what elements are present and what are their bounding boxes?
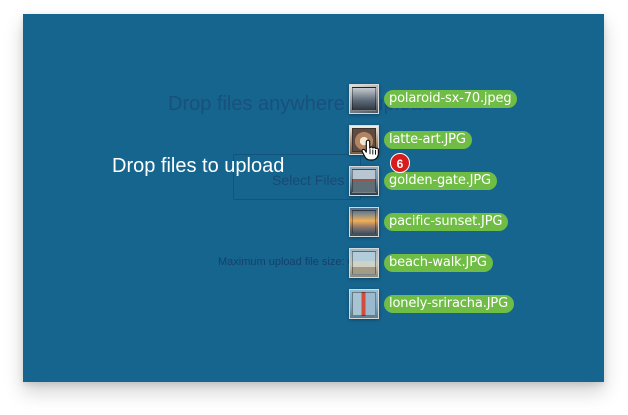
photo-icon: [349, 248, 379, 278]
file-name-pill: latte-art.JPG: [384, 131, 472, 149]
upload-drop-area[interactable]: Drop files anywhere to upload Select Fil…: [23, 14, 604, 382]
photo-icon: [349, 207, 379, 237]
file-name-pill: beach-walk.JPG: [384, 254, 493, 272]
hand-cursor-icon: [361, 139, 379, 161]
app-canvas: Drop files anywhere to upload Select Fil…: [0, 0, 628, 415]
photo-icon: [349, 166, 379, 196]
photo-icon: [349, 289, 379, 319]
drag-count-badge: 6: [390, 153, 410, 173]
file-name-pill: pacific-sunset.JPG: [384, 213, 509, 231]
file-name-pill: polaroid-sx-70.jpeg: [384, 90, 518, 108]
drop-files-prompt: Drop files to upload: [112, 155, 285, 177]
photo-icon: [349, 84, 379, 114]
file-name-pill: lonely-sriracha.JPG: [384, 295, 514, 313]
file-name-pill: golden-gate.JPG: [384, 172, 497, 190]
